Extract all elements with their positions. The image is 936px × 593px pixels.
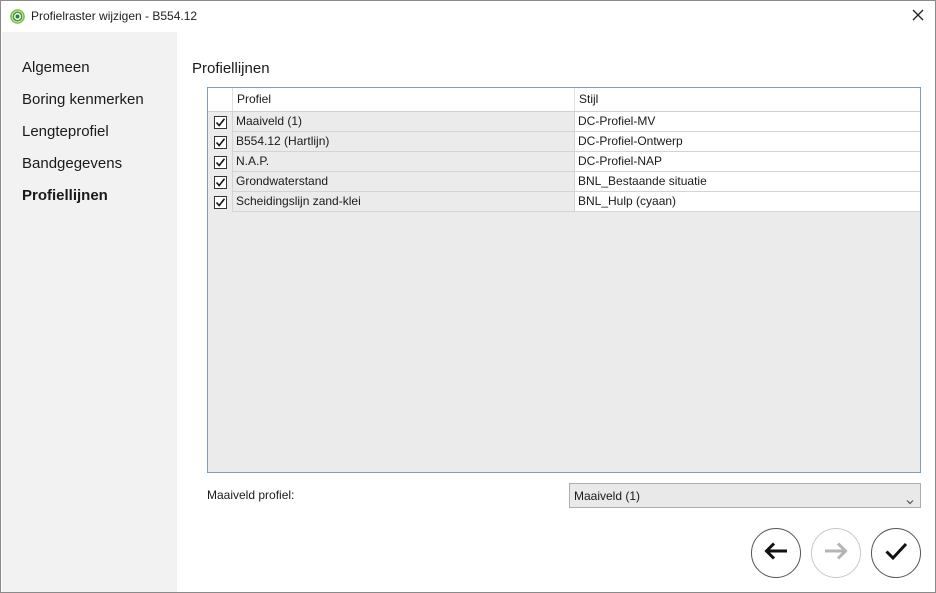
row-checkbox[interactable] bbox=[213, 155, 227, 169]
sidebar-item-lengteprofiel[interactable]: Lengteprofiel bbox=[22, 123, 109, 140]
window-title: Profielraster wijzigen - B554.12 bbox=[31, 9, 198, 23]
arrow-right-icon bbox=[823, 541, 849, 566]
cell-stijl[interactable]: DC-Profiel-MV bbox=[574, 112, 920, 132]
row-checkbox[interactable] bbox=[213, 175, 227, 189]
concentric-rings-icon bbox=[10, 9, 25, 24]
sidebar-item-algemeen[interactable]: Algemeen bbox=[22, 59, 90, 76]
table-row[interactable]: B554.12 (Hartlijn) DC-Profiel-Ontwerp bbox=[208, 132, 920, 152]
table-row[interactable]: Grondwaterstand BNL_Bestaande situatie bbox=[208, 172, 920, 192]
maaiveld-profiel-label: Maaiveld profiel: bbox=[207, 488, 295, 502]
cell-stijl[interactable]: DC-Profiel-NAP bbox=[574, 152, 920, 172]
table-row[interactable]: Maaiveld (1) DC-Profiel-MV bbox=[208, 112, 920, 132]
close-icon bbox=[912, 8, 924, 26]
cell-stijl[interactable]: BNL_Hulp (cyaan) bbox=[574, 192, 920, 212]
finish-button[interactable] bbox=[871, 528, 921, 578]
checkmark-icon bbox=[215, 117, 225, 127]
checkmark-icon bbox=[215, 157, 225, 167]
cell-profiel[interactable]: Maaiveld (1) bbox=[232, 112, 574, 132]
row-checkbox[interactable] bbox=[213, 135, 227, 149]
row-checkbox[interactable] bbox=[213, 195, 227, 209]
sidebar: Algemeen Boring kenmerken Lengteprofiel … bbox=[2, 32, 177, 592]
table-row[interactable]: Scheidingslijn zand-klei BNL_Hulp (cyaan… bbox=[208, 192, 920, 212]
sidebar-item-profiellijnen[interactable]: Profiellijnen bbox=[22, 187, 108, 204]
next-button[interactable] bbox=[811, 528, 861, 578]
cell-profiel[interactable]: Scheidingslijn zand-klei bbox=[232, 192, 574, 212]
cell-profiel[interactable]: B554.12 (Hartlijn) bbox=[232, 132, 574, 152]
back-button[interactable] bbox=[751, 528, 801, 578]
checkmark-icon bbox=[215, 137, 225, 147]
sidebar-item-bandgegevens[interactable]: Bandgegevens bbox=[22, 155, 122, 172]
dialog-window: Profielraster wijzigen - B554.12 Algemee… bbox=[0, 0, 936, 593]
section-title: Profiellijnen bbox=[192, 60, 270, 77]
maaiveld-profiel-select[interactable]: Maaiveld (1) bbox=[569, 483, 921, 508]
cell-profiel[interactable]: Grondwaterstand bbox=[232, 172, 574, 192]
arrow-left-icon bbox=[763, 541, 789, 566]
close-button[interactable] bbox=[901, 1, 935, 32]
grid-header: Profiel Stijl bbox=[208, 88, 920, 112]
profile-lines-grid: Profiel Stijl Maaiveld (1) DC-Profiel-MV… bbox=[207, 87, 921, 473]
column-header-stijl[interactable]: Stijl bbox=[574, 88, 920, 111]
row-checkbox[interactable] bbox=[213, 115, 227, 129]
cell-stijl[interactable]: DC-Profiel-Ontwerp bbox=[574, 132, 920, 152]
chevron-down-icon bbox=[906, 492, 914, 510]
checkmark-icon bbox=[215, 177, 225, 187]
checkmark-icon bbox=[884, 541, 908, 566]
sidebar-item-boring-kenmerken[interactable]: Boring kenmerken bbox=[22, 91, 144, 108]
column-header-profiel[interactable]: Profiel bbox=[232, 88, 574, 111]
checkmark-icon bbox=[215, 197, 225, 207]
table-row[interactable]: N.A.P. DC-Profiel-NAP bbox=[208, 152, 920, 172]
cell-stijl[interactable]: BNL_Bestaande situatie bbox=[574, 172, 920, 192]
cell-profiel[interactable]: N.A.P. bbox=[232, 152, 574, 172]
maaiveld-profiel-value: Maaiveld (1) bbox=[574, 489, 641, 503]
title-bar: Profielraster wijzigen - B554.12 bbox=[1, 1, 935, 32]
